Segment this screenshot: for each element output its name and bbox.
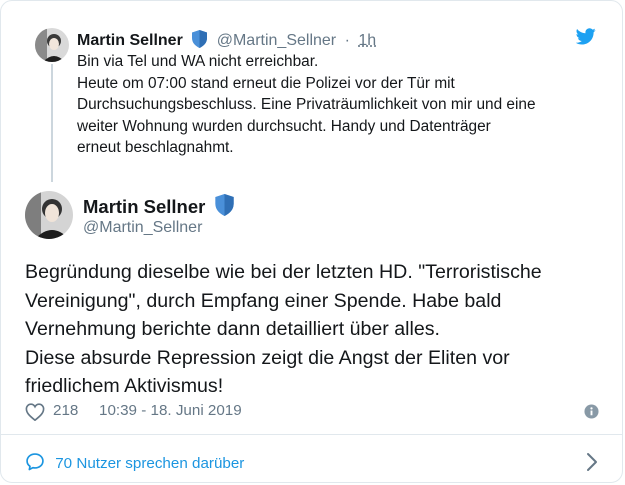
like-count[interactable]: 218: [53, 402, 78, 419]
separator-dot: ·: [344, 32, 350, 49]
main-text-line: Begründung dieselbe wie bei der letzten …: [25, 261, 542, 283]
twitter-bird-icon[interactable]: [575, 28, 596, 50]
parent-text-line: Durchsuchungsbeschluss. Eine Privaträuml…: [77, 96, 536, 113]
main-text-line: Vernehmung berichte dann detailliert übe…: [25, 318, 440, 340]
main-tweet-text: Begründung dieselbe wie bei der letzten …: [25, 258, 605, 401]
tweet-meta: 218 10:39 - 18. Juni 2019: [25, 401, 605, 423]
conversation-label: 70 Nutzer sprechen darüber: [55, 455, 245, 472]
main-avatar[interactable]: [25, 191, 73, 239]
main-text-line: Vereinigung", durch Empfang einer Spende…: [25, 289, 502, 312]
tweet-timestamp[interactable]: 10:39 - 18. Juni 2019: [99, 402, 242, 419]
heart-icon[interactable]: [25, 403, 45, 425]
parent-text-line: Heute om 07:00 stand erneut die Polizei …: [77, 74, 455, 92]
parent-text-line: Bin via Tel und WA nicht erreichbar.: [77, 53, 319, 70]
parent-text-line: weiter Wohnung wurden durchsucht. Handy …: [77, 117, 491, 135]
verified-badge-icon: [214, 194, 235, 222]
thread-line: [51, 64, 53, 182]
parent-avatar[interactable]: [35, 28, 69, 62]
conversation-link[interactable]: 70 Nutzer sprechen darüber: [25, 452, 244, 476]
parent-text-line: erneut beschlagnahmt.: [77, 139, 234, 156]
main-handle[interactable]: @Martin_Sellner: [83, 218, 202, 238]
footer-divider: [1, 434, 622, 435]
parent-tweet[interactable]: Martin Sellner @Martin_Sellner · 1h Bin …: [1, 1, 622, 186]
parent-handle[interactable]: @Martin_Sellner: [217, 32, 336, 49]
parent-tweet-text: Bin via Tel und WA nicht erreichbar. Heu…: [77, 51, 597, 159]
info-icon[interactable]: [584, 404, 599, 423]
parent-time[interactable]: 1h: [358, 32, 376, 49]
speech-bubble-icon: [25, 453, 49, 476]
main-text-line: friedlichem Aktivismus!: [25, 375, 224, 397]
tweet-embed-card: Martin Sellner @Martin_Sellner · 1h Bin …: [0, 0, 623, 483]
main-author-name[interactable]: Martin Sellner: [83, 196, 205, 217]
chevron-right-icon[interactable]: [586, 452, 598, 477]
main-text-line: Diese absurde Repression zeigt die Angst…: [25, 346, 510, 369]
parent-author-name[interactable]: Martin Sellner: [77, 32, 183, 49]
